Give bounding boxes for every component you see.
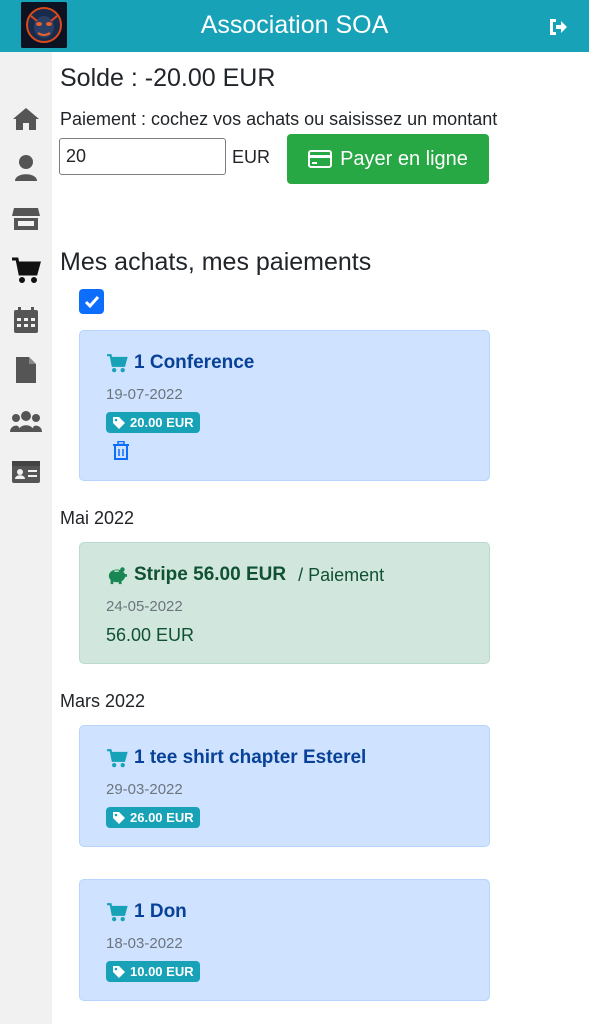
price-badge: 26.00 EUR (106, 807, 200, 828)
cart-icon (107, 749, 128, 768)
purchase-title: 1 Don (134, 901, 187, 922)
price-value: 20.00 EUR (130, 415, 194, 430)
tag-icon (113, 811, 125, 824)
purchase-date: 18-03-2022 (106, 935, 183, 952)
app-title: Association SOA (200, 11, 389, 39)
cart-icon (107, 354, 128, 373)
price-badge: 10.00 EUR (106, 961, 200, 982)
users-icon[interactable] (10, 406, 42, 438)
purchase-date: 19-07-2022 (106, 386, 183, 403)
price-value: 10.00 EUR (130, 964, 194, 979)
cart-icon (107, 903, 128, 922)
payment-instruction: Paiement : cochez vos achats ou saisisse… (60, 109, 498, 129)
sign-out-icon[interactable] (547, 16, 569, 38)
pay-online-label: Payer en ligne (340, 147, 468, 170)
tag-icon (113, 416, 125, 429)
credit-card-icon (308, 150, 333, 168)
month-heading: Mai 2022 (60, 508, 135, 528)
payment-subtitle: / Paiement (298, 564, 385, 585)
top-bar: Association SOA (0, 0, 589, 52)
amount-input[interactable] (59, 138, 226, 175)
piggy-bank-icon (108, 567, 127, 585)
cart-icon[interactable] (10, 254, 42, 286)
calendar-icon[interactable] (10, 304, 42, 336)
history-title: Mes achats, mes paiements (60, 248, 372, 276)
purchase-card[interactable]: 1 tee shirt chapter Esterel 29-03-2022 2… (79, 725, 490, 847)
price-badge: 20.00 EUR (106, 412, 200, 433)
home-icon[interactable] (10, 103, 42, 135)
user-icon[interactable] (10, 152, 42, 184)
payment-date: 24-05-2022 (106, 598, 183, 615)
purchase-card[interactable]: 1 Conference 19-07-2022 20.00 EUR (79, 330, 490, 481)
currency-label: EUR (232, 147, 271, 167)
id-card-icon[interactable] (10, 456, 42, 488)
payment-card[interactable]: Stripe 56.00 EUR / Paiement 24-05-2022 5… (79, 542, 490, 664)
sidebar (0, 52, 52, 1024)
purchase-date: 29-03-2022 (106, 781, 183, 798)
balance-heading: Solde : -20.00 EUR (60, 64, 276, 92)
payment-title: Stripe 56.00 EUR (134, 564, 287, 585)
store-icon[interactable] (10, 203, 42, 235)
payment-amount: 56.00 EUR (106, 625, 195, 645)
purchase-title: 1 tee shirt chapter Esterel (134, 747, 367, 768)
tag-icon (113, 965, 125, 978)
price-value: 26.00 EUR (130, 810, 194, 825)
purchase-card[interactable]: 1 Don 18-03-2022 10.00 EUR (79, 879, 490, 1001)
select-all-checkbox[interactable] (79, 289, 104, 314)
trash-icon[interactable] (112, 440, 130, 461)
pay-online-button[interactable]: Payer en ligne (287, 134, 489, 184)
purchase-title: 1 Conference (134, 352, 255, 373)
file-icon[interactable] (10, 354, 42, 386)
month-heading: Mars 2022 (60, 691, 146, 711)
check-icon (84, 295, 99, 308)
